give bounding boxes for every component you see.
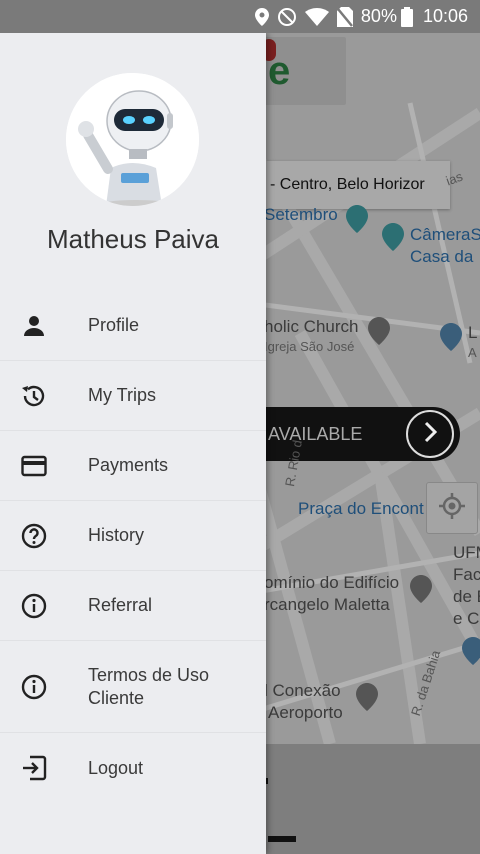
availability-go-button[interactable] xyxy=(406,410,454,458)
battery-icon xyxy=(400,6,413,27)
info-icon xyxy=(21,674,47,700)
church-pin-icon xyxy=(368,317,390,345)
robot-avatar-icon xyxy=(66,73,199,206)
map-label: e C xyxy=(453,609,480,628)
menu-item-termos-de-uso[interactable]: Termos de Uso Cliente xyxy=(0,641,266,733)
map-label: Igreja São José xyxy=(264,339,355,354)
map-label: Aeroporto xyxy=(268,703,343,722)
menu-item-my-trips[interactable]: My Trips xyxy=(0,361,266,431)
map-label: CâmeraS xyxy=(410,225,480,244)
camera-pin-icon xyxy=(382,223,404,251)
address-field[interactable]: - Centro, Belo Horizor xyxy=(262,161,450,209)
menu-item-label: Termos de Uso Cliente xyxy=(88,664,210,708)
avatar[interactable] xyxy=(66,73,199,206)
logout-icon xyxy=(21,755,47,781)
navigation-drawer: Matheus Paiva Profile My Trips Payments … xyxy=(0,33,266,854)
chevron-right-icon xyxy=(423,419,438,450)
menu-item-label: My Trips xyxy=(88,385,157,405)
menu-item-profile[interactable]: Profile xyxy=(0,291,266,361)
availability-label: AVAILABLE xyxy=(268,423,363,444)
map-label: Fac xyxy=(453,565,480,584)
map-label: A xyxy=(468,345,477,360)
map-label: de E xyxy=(453,587,480,606)
map-label: Casa da xyxy=(410,247,474,266)
map-pin-icon xyxy=(356,683,378,711)
map-label: UFM xyxy=(453,543,480,562)
map-label: omínio do Edifício xyxy=(264,573,400,592)
map-label: L xyxy=(468,323,478,342)
menu-item-label: Logout xyxy=(88,757,144,778)
menu-item-logout[interactable]: Logout xyxy=(0,733,266,803)
status-bar: 80% 10:06 xyxy=(0,0,480,33)
drawer-menu: Profile My Trips Payments History Referr… xyxy=(0,291,266,803)
menu-item-history[interactable]: History xyxy=(0,501,266,571)
clock-time: 10:06 xyxy=(422,6,468,26)
menu-item-payments[interactable]: Payments xyxy=(0,431,266,501)
map-label: rcangelo Maletta xyxy=(264,595,390,614)
map-pin-icon xyxy=(410,575,432,603)
map-label: Setembro xyxy=(264,205,338,224)
history-clock-icon xyxy=(21,383,47,409)
location-icon xyxy=(254,7,269,26)
app-logo-letter: e xyxy=(268,49,291,93)
user-name: Matheus Paiva xyxy=(47,224,219,254)
person-icon xyxy=(21,313,47,339)
help-circle-icon xyxy=(21,523,47,549)
map-pin-icon xyxy=(346,205,368,233)
do-not-disturb-icon xyxy=(277,7,297,27)
my-location-button[interactable] xyxy=(426,482,478,534)
menu-item-label: History xyxy=(88,525,145,545)
wifi-icon xyxy=(304,7,329,26)
map-pin-icon xyxy=(440,323,462,351)
menu-item-label: Profile xyxy=(88,315,140,335)
map-label: holic Church xyxy=(264,317,359,336)
bottom-handle xyxy=(268,836,296,842)
map-pin-icon xyxy=(462,637,480,665)
menu-item-label: Payments xyxy=(88,455,169,475)
menu-item-referral[interactable]: Referral xyxy=(0,571,266,641)
crosshair-icon xyxy=(438,492,466,525)
no-sim-icon xyxy=(336,6,353,27)
credit-card-icon xyxy=(21,453,47,479)
battery-percent: 80% xyxy=(360,6,397,26)
menu-item-label: Referral xyxy=(88,595,153,615)
map-label: Praça do Encont xyxy=(298,499,424,518)
map-label: l Conexão xyxy=(264,681,341,700)
info-icon xyxy=(21,593,47,619)
